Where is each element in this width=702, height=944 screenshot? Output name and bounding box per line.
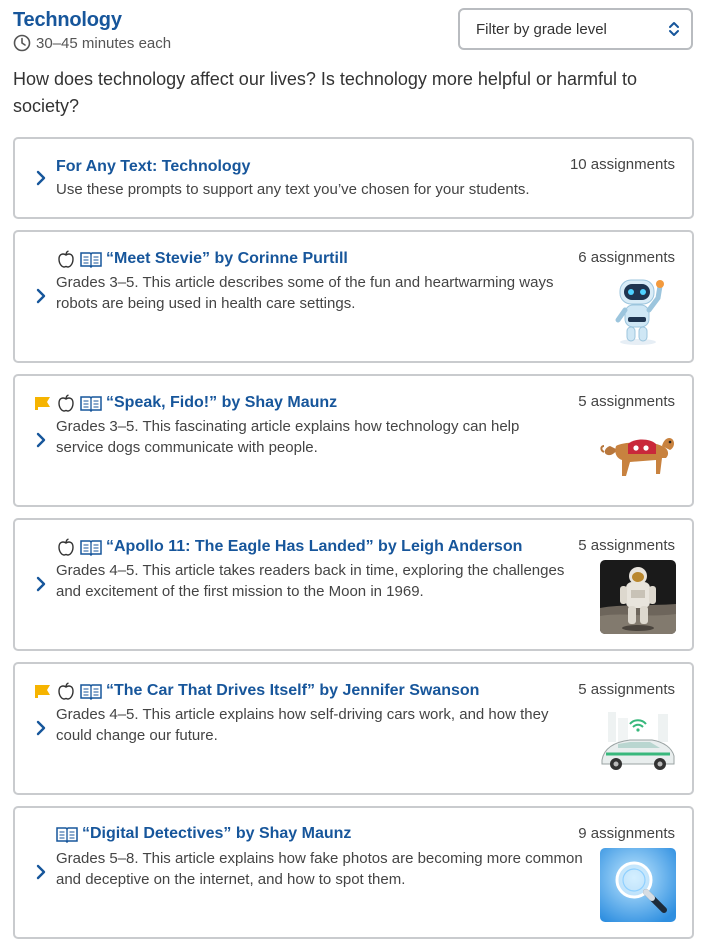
magnifier-thumbnail: [600, 848, 676, 922]
card-digital-detectives[interactable]: “Digital Detectives” by Shay Maunz Grade…: [13, 806, 694, 939]
card-description: Grades 4–5. This article takes readers b…: [56, 562, 565, 600]
card-title[interactable]: “Digital Detectives” by Shay Maunz: [82, 825, 351, 843]
apple-icon: [56, 537, 76, 557]
book-icon: [80, 394, 102, 412]
flag-icon: [34, 682, 52, 700]
chevron-right-icon[interactable]: [34, 575, 48, 593]
chevron-right-icon[interactable]: [34, 169, 48, 187]
card-description: Grades 3–5. This fascinating article exp…: [56, 418, 520, 456]
book-icon: [80, 682, 102, 700]
duration-text: 30–45 minutes each: [36, 34, 172, 52]
clock-icon: [13, 34, 31, 52]
assignment-count: 10 assignments: [569, 156, 675, 173]
card-description: Grades 4–5. This article explains how se…: [56, 706, 549, 744]
dog-thumbnail: [600, 424, 676, 484]
card-title[interactable]: “Speak, Fido!” by Shay Maunz: [106, 394, 337, 412]
card-title[interactable]: “The Car That Drives Itself” by Jennifer…: [106, 682, 479, 700]
apple-icon: [56, 249, 76, 269]
apple-icon: [56, 681, 76, 701]
assignment-count: 5 assignments: [578, 393, 675, 410]
chevron-right-icon[interactable]: [34, 863, 48, 881]
chevron-right-icon[interactable]: [34, 431, 48, 449]
card-title[interactable]: “Apollo 11: The Eagle Has Landed” by Lei…: [106, 538, 522, 556]
chevron-right-icon[interactable]: [34, 287, 48, 305]
select-arrows-icon: [669, 22, 679, 36]
chevron-right-icon[interactable]: [34, 719, 48, 737]
card-title[interactable]: For Any Text: Technology: [56, 158, 250, 176]
grade-filter-select[interactable]: Filter by grade level: [458, 8, 693, 50]
card-description: Grades 3–5. This article describes some …: [56, 274, 554, 312]
intro-question: How does technology affect our lives? Is…: [13, 69, 638, 116]
apple-icon: [56, 393, 76, 413]
book-icon: [56, 825, 78, 843]
assignment-count: 5 assignments: [578, 537, 675, 554]
flag-icon: [34, 394, 52, 412]
assignment-count: 6 assignments: [578, 249, 675, 266]
assignment-count: 9 assignments: [578, 825, 675, 842]
assignment-count: 5 assignments: [578, 681, 675, 698]
book-icon: [80, 250, 102, 268]
card-meet-stevie[interactable]: “Meet Stevie” by Corinne Purtill Grades …: [13, 230, 694, 363]
book-icon: [80, 538, 102, 556]
grade-filter-label: Filter by grade level: [476, 20, 607, 38]
card-description: Grades 5–8. This article explains how fa…: [56, 850, 583, 888]
astronaut-thumbnail: [600, 560, 676, 634]
robot-thumbnail: [600, 272, 676, 346]
card-speak-fido[interactable]: “Speak, Fido!” by Shay Maunz Grades 3–5.…: [13, 374, 694, 507]
duration: 30–45 minutes each: [13, 34, 171, 52]
card-title[interactable]: “Meet Stevie” by Corinne Purtill: [106, 250, 348, 268]
card-description: Use these prompts to support any text yo…: [56, 181, 530, 198]
car-thumbnail: [600, 704, 676, 778]
card-car-drives-itself[interactable]: “The Car That Drives Itself” by Jennifer…: [13, 662, 694, 795]
card-for-any-text[interactable]: For Any Text: Technology Use these promp…: [13, 137, 694, 219]
card-apollo-11[interactable]: “Apollo 11: The Eagle Has Landed” by Lei…: [13, 518, 694, 651]
page-title: Technology: [13, 9, 122, 31]
